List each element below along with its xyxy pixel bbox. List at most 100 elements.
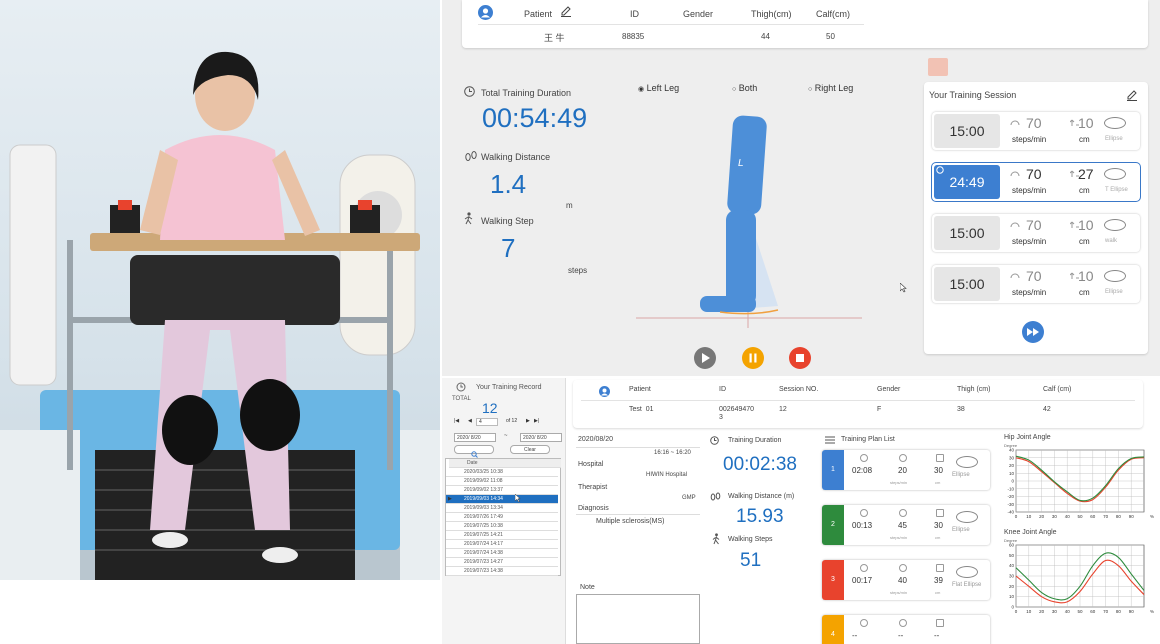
walking-step-label: Walking Step [481, 216, 534, 226]
last-page-button[interactable]: ▶| [534, 418, 539, 424]
session-cadence: 70 [1026, 115, 1042, 131]
session-edit-icon[interactable] [1126, 89, 1138, 101]
summary-steps-label: Walking Steps [728, 536, 773, 543]
radio-both[interactable]: ○ Both [732, 83, 757, 93]
y-tick-label: 0 [1011, 479, 1014, 484]
therapist-value: GMP [682, 495, 696, 501]
record-row[interactable]: 2019/07/25 14:21 [446, 531, 558, 540]
stop-button[interactable] [789, 347, 811, 369]
session-mode: Ellipse [1105, 289, 1123, 295]
play-button[interactable] [694, 347, 716, 369]
radio-right-leg[interactable]: ○ Right Leg [808, 83, 853, 93]
photo-margin [0, 580, 440, 644]
plan-speed-icon [899, 564, 907, 572]
record-table-header: Date [449, 459, 561, 468]
plan-item-number: 4 [822, 615, 844, 644]
record-row[interactable]: 2020/03/25 10:38 [446, 468, 558, 477]
plan-duration: -- [852, 631, 858, 640]
plan-item[interactable]: 4 -- -- -- [822, 615, 990, 644]
record-row[interactable]: 2019/09/03 13:34 [446, 504, 558, 513]
plan-step-length: 30 [934, 521, 943, 530]
report-value: 12 [779, 406, 787, 413]
session-row[interactable]: 15:00 70 steps/min 10 cm Ellipse [932, 265, 1140, 303]
session-mode: Ellipse [1105, 136, 1123, 142]
record-row[interactable]: 2019/07/23 14:38 [446, 567, 558, 576]
note-label: Note [580, 584, 595, 591]
plan-item[interactable]: 2 00:13 45 steps/min 30 cm Ellipse [822, 505, 990, 545]
walking-distance-unit: m [566, 201, 573, 210]
record-row[interactable]: 2019/09/03 14:34 [446, 495, 558, 504]
date-to-picker[interactable]: 2020/ 8/20 [520, 433, 562, 442]
record-row[interactable]: 2019/07/24 14:38 [446, 549, 558, 558]
walking-distance-value: 1.4 [490, 169, 527, 199]
record-cursor-icon [515, 494, 521, 503]
x-tick-label: 0 [1015, 609, 1018, 614]
session-time-range: 16:16 ~ 16:20 [654, 450, 691, 456]
patient-id: 88835 [622, 32, 645, 41]
knee-angle-plot: 60504030201000 10 20 30 40 50 60 70 80 90% [1009, 543, 1154, 614]
record-row[interactable]: 2019/09/02 13:37 [446, 486, 558, 495]
trajectory-icon [1104, 117, 1126, 129]
next-session-button[interactable] [1022, 321, 1044, 343]
next-page-button[interactable]: ▶ [526, 418, 530, 424]
total-duration-label: Total Training Duration [481, 88, 572, 98]
report-value: 38 [957, 406, 965, 413]
note-field[interactable] [576, 594, 700, 644]
plan-stride-icon [936, 619, 944, 627]
y-tick-label: -20 [1007, 494, 1014, 499]
record-row[interactable]: 2019/07/24 14:17 [446, 540, 558, 549]
plan-length-unit: cm [935, 480, 941, 485]
session-row[interactable]: 24:49 70 steps/min 27 cm T Ellipse [932, 163, 1140, 201]
walking-step-unit: steps [568, 266, 588, 275]
report-header: Session NO. [779, 386, 819, 393]
plan-item[interactable]: 1 02:08 20 steps/min 30 cm Ellipse [822, 450, 990, 490]
training-session-panel: Your Training Session 15:00 70 steps/min 10… [924, 82, 1148, 354]
session-row[interactable]: 15:00 70 steps/min 10 cm walk [932, 214, 1140, 252]
plan-item-number: 2 [822, 505, 844, 545]
pager: |◀ ◀ 4 of 12 ▶ ▶| [454, 418, 558, 427]
session-length-unit: cm [1079, 237, 1090, 246]
plan-item-number: 1 [822, 450, 844, 490]
hip-chart-title: Hip Joint Angle [1004, 434, 1051, 441]
x-tick-label: 0 [1015, 514, 1018, 519]
y-tick-label: 30 [1009, 574, 1015, 579]
x-axis-label: % [1150, 609, 1154, 614]
record-row[interactable]: 2019/09/02 11:08 [446, 477, 558, 486]
session-clock-icon [936, 166, 944, 174]
first-page-button[interactable]: |◀ [454, 418, 459, 424]
gender-header: Gender [683, 9, 714, 19]
speed-icon [1010, 273, 1020, 279]
date-from-picker[interactable]: 2020/ 8/20 [454, 433, 496, 442]
id-header: ID [630, 9, 639, 19]
plan-trajectory-icon [956, 566, 978, 578]
product-photo [0, 0, 440, 580]
record-row[interactable]: 2019/07/23 14:27 [446, 558, 558, 567]
plan-item[interactable]: 3 00:17 40 steps/min 39 cm Flat Ellipse [822, 560, 990, 600]
edit-icon[interactable] [560, 5, 572, 17]
summary-footsteps-icon [710, 492, 721, 501]
page-input[interactable]: 4 [476, 418, 498, 426]
pause-button[interactable] [742, 347, 764, 369]
x-axis-label: % [1150, 514, 1154, 519]
prev-page-button[interactable]: ◀ [468, 418, 472, 424]
trajectory-icon [1104, 168, 1126, 180]
patient-calf: 50 [826, 32, 835, 41]
radio-left-leg[interactable]: ◉ Left Leg [638, 83, 679, 93]
plan-step-length: 39 [934, 576, 943, 585]
session-cadence-unit: steps/min [1012, 135, 1047, 144]
session-row[interactable]: 15:00 70 steps/min 10 cm Ellipse [932, 112, 1140, 150]
search-button[interactable] [454, 445, 494, 458]
plan-item-number: 3 [822, 560, 844, 600]
plan-duration: 02:08 [852, 466, 873, 475]
record-row[interactable]: 2019/07/25 10:38 [446, 522, 558, 531]
record-row[interactable]: 2019/07/26 17:49 [446, 513, 558, 522]
x-tick-label: 50 [1077, 609, 1083, 614]
hand-icon[interactable] [928, 58, 948, 76]
x-tick-label: 10 [1026, 514, 1032, 519]
y-tick-label: 60 [1009, 543, 1015, 548]
walking-distance-label: Walking Distance [481, 152, 551, 162]
clock-icon [464, 86, 475, 97]
plan-trajectory-icon [956, 456, 978, 468]
clear-button[interactable]: Clear [510, 445, 550, 454]
play-icon [702, 353, 710, 363]
